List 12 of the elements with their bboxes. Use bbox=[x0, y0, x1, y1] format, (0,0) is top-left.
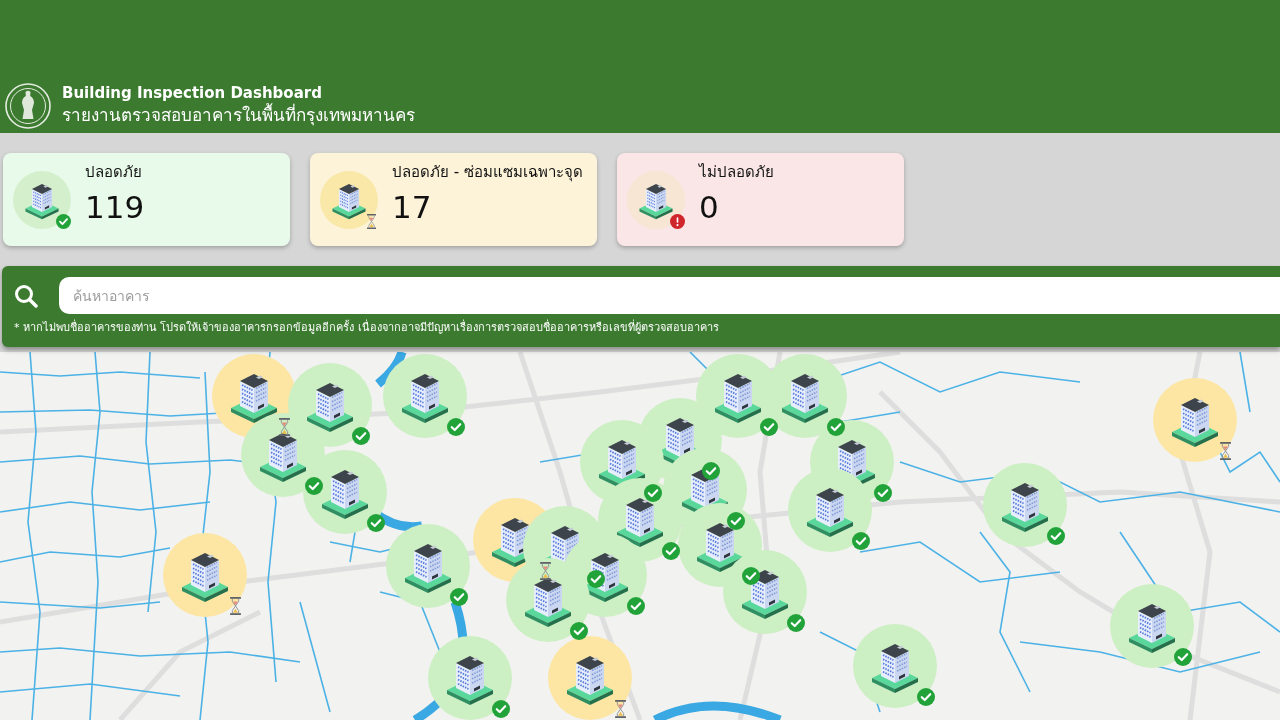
app-subtitle: รายงานตรวจสอบอาคารในพื้นที่กรุงเทพมหานคร bbox=[62, 104, 415, 127]
status-label: ปลอดภัย bbox=[85, 162, 143, 183]
search-field[interactable]: ค้นหาอาคาร bbox=[59, 277, 1280, 314]
search-icon bbox=[14, 283, 38, 308]
emblem-logo bbox=[5, 82, 51, 129]
building-count: 0 bbox=[699, 188, 720, 226]
building-count: 17 bbox=[392, 188, 433, 226]
status-label: ปลอดภัย - ซ่อมแซมเฉพาะจุด bbox=[392, 162, 583, 183]
building-count: 119 bbox=[85, 188, 145, 226]
search-note: * หากไม่พบชื่ออาคารของท่าน โปรดให้เจ้าของอาคารกรอกข้อมูลอีกครั้ง เนื่องจากอาจมีปัญหาเรื่องการตรวจสอบชื่ออาคารหรือเลขที่ผู้ตรวจสอบอาคาร bbox=[14, 321, 720, 335]
status-label: ไม่ปลอดภัย bbox=[699, 162, 774, 183]
app-title: Building Inspection Dashboard bbox=[62, 84, 323, 103]
